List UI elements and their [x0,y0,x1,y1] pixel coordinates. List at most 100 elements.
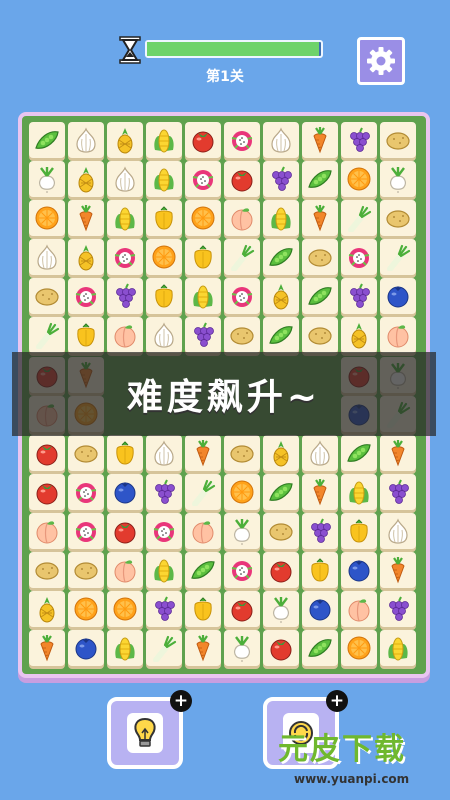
tile-grapes[interactable] [107,278,143,315]
tile-tomato[interactable] [224,591,260,628]
tile-radish[interactable] [380,161,416,198]
tile-potato[interactable] [68,434,104,471]
tile-pepper[interactable] [146,200,182,237]
tile-pineapple[interactable] [341,317,377,354]
tile-dragonfruit[interactable] [224,278,260,315]
tile-carrot[interactable] [29,630,65,667]
tile-garlic[interactable] [107,161,143,198]
tile-grapes[interactable] [341,278,377,315]
tile-pepper[interactable] [302,552,338,589]
tile-carrot[interactable] [302,122,338,158]
tile-dragonfruit[interactable] [341,239,377,276]
tile-pineapple[interactable] [263,278,299,315]
tile-carrot[interactable] [302,200,338,237]
tile-grapes[interactable] [263,161,299,198]
tile-carrot[interactable] [68,200,104,237]
tile-orange[interactable] [29,200,65,237]
tile-potato[interactable] [224,434,260,471]
tile-pepper[interactable] [341,512,377,549]
tile-tomato[interactable] [29,434,65,471]
tile-garlic[interactable] [146,317,182,354]
tile-corn[interactable] [263,200,299,237]
tile-radish[interactable] [29,161,65,198]
tile-peach[interactable] [380,317,416,354]
tile-corn[interactable] [185,278,221,315]
tile-pineapple[interactable] [68,161,104,198]
tile-potato[interactable] [68,552,104,589]
tile-dragonfruit[interactable] [107,239,143,276]
tile-peach[interactable] [341,591,377,628]
tile-orange[interactable] [146,239,182,276]
tile-orange[interactable] [224,473,260,510]
tile-dragonfruit[interactable] [185,161,221,198]
tile-potato[interactable] [224,317,260,354]
tile-grapes[interactable] [380,473,416,510]
tile-carrot[interactable] [185,434,221,471]
tile-tomato[interactable] [29,473,65,510]
shuffle-plus-badge[interactable]: + [326,690,348,712]
tile-garlic[interactable] [263,122,299,158]
tile-tomato[interactable] [107,512,143,549]
tile-leek[interactable] [29,317,65,354]
tile-orange[interactable] [341,630,377,667]
tile-peach[interactable] [29,512,65,549]
tile-peas[interactable] [263,473,299,510]
tile-potato[interactable] [29,278,65,315]
tile-dragonfruit[interactable] [146,512,182,549]
tile-tomato[interactable] [263,630,299,667]
tile-garlic[interactable] [146,434,182,471]
tile-potato[interactable] [263,512,299,549]
tile-potato[interactable] [380,200,416,237]
tile-radish[interactable] [263,591,299,628]
tile-garlic[interactable] [302,434,338,471]
tile-pineapple[interactable] [68,239,104,276]
tile-dragonfruit[interactable] [224,122,260,158]
tile-garlic[interactable] [29,239,65,276]
tile-carrot[interactable] [302,473,338,510]
tile-pepper[interactable] [107,434,143,471]
tile-carrot[interactable] [185,630,221,667]
tile-peas[interactable] [341,434,377,471]
tile-peas[interactable] [263,239,299,276]
tile-orange[interactable] [68,591,104,628]
tile-grapes[interactable] [302,512,338,549]
tile-carrot[interactable] [380,434,416,471]
tile-tomato[interactable] [263,552,299,589]
tile-pepper[interactable] [185,239,221,276]
tile-peas[interactable] [302,278,338,315]
tile-grapes[interactable] [146,591,182,628]
tile-tomato[interactable] [224,161,260,198]
tile-tomato[interactable] [185,122,221,158]
tile-carrot[interactable] [380,552,416,589]
tile-peas[interactable] [185,552,221,589]
tile-grapes[interactable] [185,317,221,354]
tile-peas[interactable] [302,161,338,198]
tile-leek[interactable] [380,239,416,276]
tile-peas[interactable] [302,630,338,667]
tile-grapes[interactable] [341,122,377,158]
tile-dragonfruit[interactable] [68,512,104,549]
tile-corn[interactable] [341,473,377,510]
tile-corn[interactable] [107,200,143,237]
tile-pineapple[interactable] [107,122,143,158]
tile-dragonfruit[interactable] [68,278,104,315]
tile-blueberry[interactable] [107,473,143,510]
tile-leek[interactable] [341,200,377,237]
tile-blueberry[interactable] [341,552,377,589]
tile-potato[interactable] [29,552,65,589]
tile-pepper[interactable] [185,591,221,628]
tile-pineapple[interactable] [29,591,65,628]
tile-leek[interactable] [185,473,221,510]
tile-corn[interactable] [380,630,416,667]
tile-peach[interactable] [107,552,143,589]
tile-blueberry[interactable] [68,630,104,667]
tile-pepper[interactable] [146,278,182,315]
tile-pepper[interactable] [68,317,104,354]
tile-orange[interactable] [185,200,221,237]
tile-blueberry[interactable] [380,278,416,315]
tile-peach[interactable] [224,200,260,237]
settings-button[interactable] [357,37,405,85]
tile-grapes[interactable] [146,473,182,510]
tile-garlic[interactable] [68,122,104,158]
tile-orange[interactable] [341,161,377,198]
